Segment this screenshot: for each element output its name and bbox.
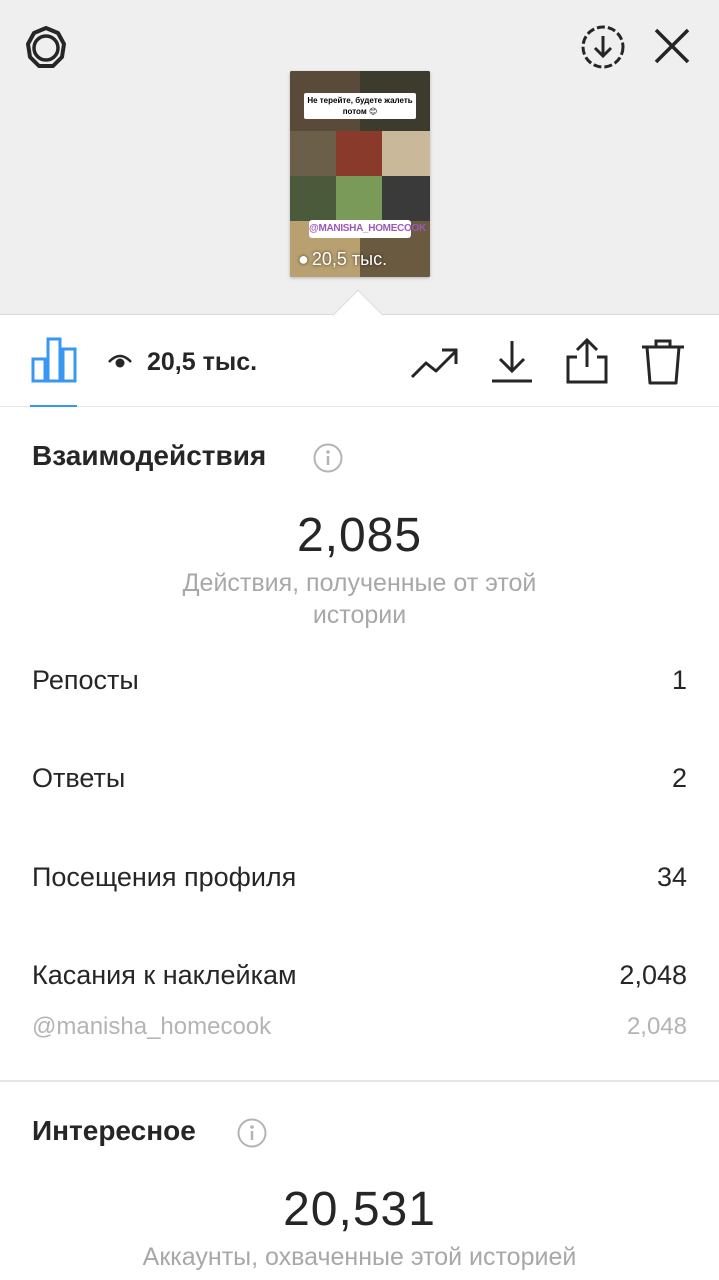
- stat-row-replies: Ответы 2: [32, 763, 687, 794]
- stat-value: 2,048: [626, 1013, 687, 1040]
- story-caption: Не терейте, будете жалеть потом 😊: [304, 93, 416, 119]
- eye-icon: ●: [298, 249, 309, 269]
- stat-value: 1: [671, 665, 687, 695]
- stat-value: 34: [656, 862, 687, 892]
- interactions-title: Взаимодействия: [32, 440, 267, 471]
- stat-label: Репосты: [32, 665, 139, 695]
- download-icon[interactable]: [488, 337, 536, 385]
- mention-sticker: @MANISHA_HOMECOOK: [309, 220, 426, 238]
- settings-icon[interactable]: [20, 24, 72, 72]
- download-circle-icon[interactable]: [578, 22, 628, 72]
- stat-label: Посещения профиля: [32, 862, 297, 892]
- thumbnail-views-count: 20,5 тыс.: [311, 249, 388, 269]
- thumbnail-views: ● 20,5 тыс.: [298, 249, 387, 270]
- discovery-subtitle: Аккаунты, охваченные этой историей: [142, 1243, 577, 1271]
- stat-row-profile-visits: Посещения профиля 34: [32, 862, 687, 893]
- info-icon[interactable]: [312, 442, 344, 474]
- discovery-total: 20,531: [283, 1183, 436, 1236]
- stat-label: @manisha_homecook: [32, 1013, 272, 1040]
- share-icon[interactable]: [563, 337, 611, 385]
- section-divider: [0, 1080, 719, 1082]
- stat-value: 2,048: [619, 960, 687, 990]
- interactions-total: 2,085: [296, 509, 423, 562]
- stat-value: 2: [671, 763, 687, 793]
- stat-label: Ответы: [32, 763, 126, 793]
- story-toolbar: 20,5 тыс.: [0, 315, 719, 407]
- stat-label: Касания к наклейкам: [32, 960, 297, 990]
- interactions-subtitle: Действия, полученные от этой истории: [182, 569, 537, 629]
- stat-subrow-mention: @manisha_homecook 2,048: [32, 1013, 687, 1041]
- promote-icon[interactable]: [408, 343, 460, 383]
- stat-row-reposts: Репосты 1: [32, 665, 687, 696]
- discovery-title: Интересное: [32, 1115, 196, 1146]
- info-icon[interactable]: [236, 1117, 268, 1149]
- delete-icon[interactable]: [638, 337, 688, 387]
- eye-icon: [108, 354, 132, 368]
- active-tab-indicator: [30, 405, 77, 407]
- close-icon[interactable]: [650, 24, 694, 68]
- story-thumbnail[interactable]: Не терейте, будете жалеть потом 😊 @MANIS…: [290, 71, 430, 277]
- stat-row-sticker-taps: Касания к наклейкам 2,048: [32, 960, 687, 991]
- insights-icon[interactable]: [30, 335, 78, 383]
- views-count[interactable]: 20,5 тыс.: [147, 348, 257, 377]
